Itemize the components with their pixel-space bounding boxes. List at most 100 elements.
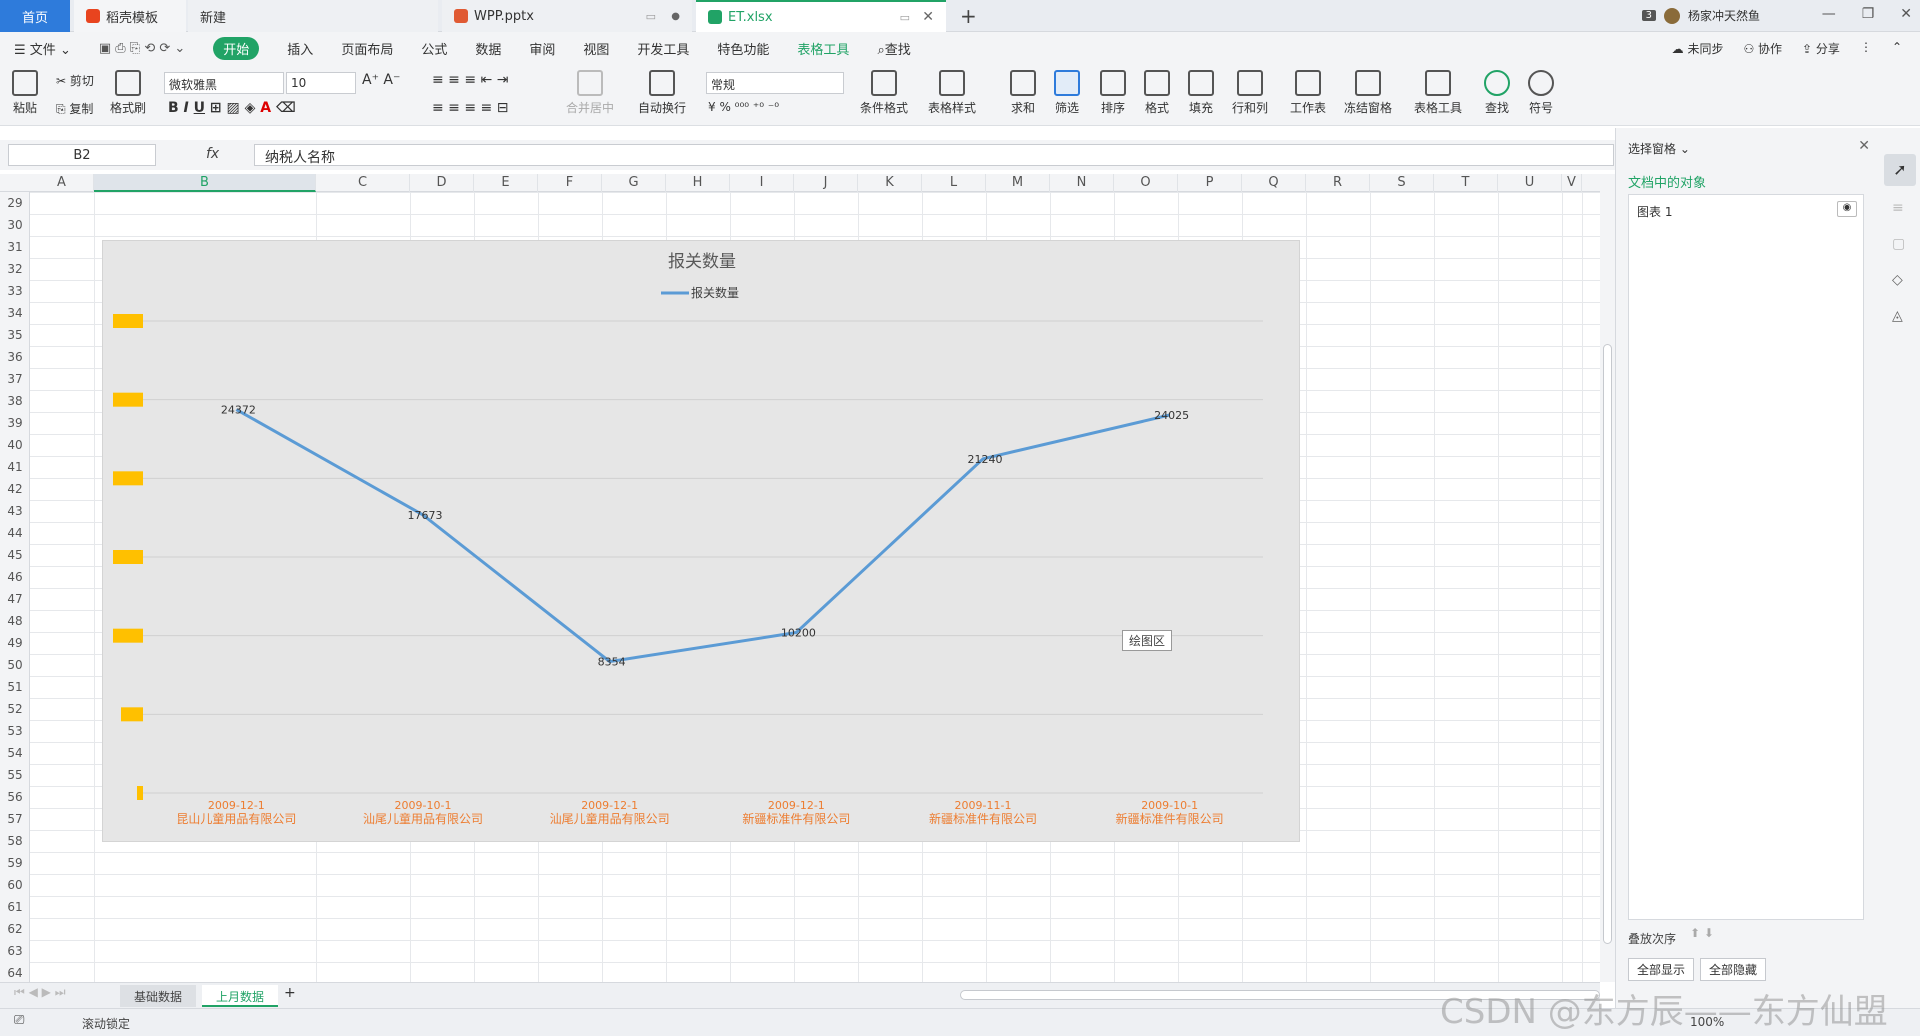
sheet-tab-last-month[interactable]: 上月数据 xyxy=(202,985,279,1007)
row-header-49[interactable]: 49 xyxy=(0,632,30,654)
column-header-A[interactable]: A xyxy=(30,174,94,192)
number-format-select[interactable]: 常规 xyxy=(706,72,844,94)
cursor-icon[interactable]: ➚ xyxy=(1884,154,1916,186)
row-header-38[interactable]: 38 xyxy=(0,390,30,412)
sort-button[interactable]: 排序 xyxy=(1100,70,1126,116)
sheet-button[interactable]: 工作表 xyxy=(1290,70,1326,116)
sum-button[interactable]: 求和 xyxy=(1010,70,1036,116)
row-header-44[interactable]: 44 xyxy=(0,522,30,544)
column-header-S[interactable]: S xyxy=(1370,174,1434,192)
row-header-30[interactable]: 30 xyxy=(0,214,30,236)
new-tab-button[interactable]: + xyxy=(960,4,977,28)
column-header-T[interactable]: T xyxy=(1434,174,1498,192)
sheet-tab-base[interactable]: 基础数据 xyxy=(120,985,197,1007)
restore-icon[interactable]: ❐ xyxy=(1862,6,1875,22)
pane-title[interactable]: 选择窗格 ⌄ xyxy=(1628,140,1690,157)
column-header-I[interactable]: I xyxy=(730,174,794,192)
font-size-select[interactable]: 10 xyxy=(286,72,356,94)
font-size-icons[interactable]: A⁺ A⁻ xyxy=(362,72,400,88)
quick-access-icons[interactable]: ▣ ⎙ ⎘ ⟲ ⟳ ⌄ xyxy=(99,41,185,56)
close-icon[interactable]: ✕ xyxy=(1900,6,1912,22)
row-header-57[interactable]: 57 xyxy=(0,808,30,830)
column-header-M[interactable]: M xyxy=(986,174,1050,192)
column-header-V[interactable]: V xyxy=(1562,174,1582,192)
row-header-46[interactable]: 46 xyxy=(0,566,30,588)
menu-start[interactable]: 开始 xyxy=(213,36,260,60)
monitor-icon[interactable]: ▭ xyxy=(646,10,656,23)
props-icon[interactable]: ≡ xyxy=(1892,200,1904,216)
cut-button[interactable]: ✂ 剪切 xyxy=(56,72,94,89)
row-header-34[interactable]: 34 xyxy=(0,302,30,324)
row-header-42[interactable]: 42 xyxy=(0,478,30,500)
menu-insert[interactable]: 插入 xyxy=(287,39,313,58)
row-header-50[interactable]: 50 xyxy=(0,654,30,676)
row-header-63[interactable]: 63 xyxy=(0,940,30,962)
row-header-32[interactable]: 32 xyxy=(0,258,30,280)
column-header-U[interactable]: U xyxy=(1498,174,1562,192)
row-header-40[interactable]: 40 xyxy=(0,434,30,456)
row-header-29[interactable]: 29 xyxy=(0,192,30,214)
row-header-59[interactable]: 59 xyxy=(0,852,30,874)
user-info[interactable]: 3 杨家冲天然鱼 xyxy=(1641,7,1760,24)
stack-icon[interactable]: ◬ xyxy=(1892,308,1903,324)
number-icons[interactable]: ¥ % ⁰⁰⁰ ⁺⁰ ⁻⁰ xyxy=(708,100,779,114)
tab-home[interactable]: 首页 xyxy=(0,0,70,32)
column-header-K[interactable]: K xyxy=(858,174,922,192)
table-style-button[interactable]: 表格样式 xyxy=(928,70,976,116)
minimize-icon[interactable]: — xyxy=(1822,6,1836,22)
find-button[interactable]: 查找 xyxy=(1484,70,1510,116)
tab-new[interactable]: 新建 xyxy=(188,0,438,32)
menu-dev[interactable]: 开发工具 xyxy=(637,39,689,58)
close-tab-icon[interactable]: ✕ xyxy=(922,9,934,25)
row-header-55[interactable]: 55 xyxy=(0,764,30,786)
row-header-36[interactable]: 36 xyxy=(0,346,30,368)
more-icon[interactable]: ⋮ xyxy=(1860,40,1872,57)
row-header-41[interactable]: 41 xyxy=(0,456,30,478)
fill-button[interactable]: 填充 xyxy=(1188,70,1214,116)
collab-button[interactable]: ⚇ 协作 xyxy=(1743,40,1782,57)
row-header-31[interactable]: 31 xyxy=(0,236,30,258)
row-header-62[interactable]: 62 xyxy=(0,918,30,940)
format-icons[interactable]: B I U ⊞ ▨ ◈ A ⌫ xyxy=(168,100,296,116)
menu-formula[interactable]: 公式 xyxy=(421,39,447,58)
row-header-51[interactable]: 51 xyxy=(0,676,30,698)
row-header-43[interactable]: 43 xyxy=(0,500,30,522)
macro-icon[interactable]: ⎚ xyxy=(14,1013,24,1028)
format-painter-button[interactable]: 格式刷 xyxy=(110,70,146,116)
shape-icon[interactable]: ▢ xyxy=(1892,236,1905,252)
paste-button[interactable]: 粘贴 xyxy=(12,70,38,116)
align-top-icons[interactable]: ≡ ≡ ≡ ⇤ ⇥ xyxy=(432,72,508,88)
row-header-52[interactable]: 52 xyxy=(0,698,30,720)
menu-data[interactable]: 数据 xyxy=(475,39,501,58)
format-button[interactable]: 格式 xyxy=(1144,70,1170,116)
column-header-O[interactable]: O xyxy=(1114,174,1178,192)
column-header-B[interactable]: B xyxy=(94,174,316,192)
row-header-39[interactable]: 39 xyxy=(0,412,30,434)
order-arrows[interactable]: ⬆ ⬇ xyxy=(1690,926,1714,940)
column-header-G[interactable]: G xyxy=(602,174,666,192)
hide-all-button[interactable]: 全部隐藏 xyxy=(1700,958,1767,981)
eye-icon[interactable]: ◉ xyxy=(1837,201,1857,217)
font-select[interactable]: 微软雅黑 xyxy=(164,72,284,94)
file-menu[interactable]: ☰ 文件 ⌄ xyxy=(14,39,71,58)
symbol-button[interactable]: 符号 xyxy=(1528,70,1554,116)
row-header-58[interactable]: 58 xyxy=(0,830,30,852)
menu-review[interactable]: 审阅 xyxy=(529,39,555,58)
column-header-N[interactable]: N xyxy=(1050,174,1114,192)
monitor-icon[interactable]: ▭ xyxy=(900,11,910,24)
formula-input[interactable]: 纳税人名称 xyxy=(254,144,1614,166)
wrap-button[interactable]: 自动换行 xyxy=(638,70,686,116)
menu-tabletool[interactable]: 表格工具 xyxy=(797,39,849,58)
table-tool-button[interactable]: 表格工具 xyxy=(1414,70,1462,116)
show-all-button[interactable]: 全部显示 xyxy=(1628,958,1695,981)
align-icons[interactable]: ≡ ≡ ≡ ≡ ⊟ xyxy=(432,100,508,116)
sync-button[interactable]: ☁ 未同步 xyxy=(1672,40,1724,57)
row-header-33[interactable]: 33 xyxy=(0,280,30,302)
sheet-nav-icons[interactable]: ⏮ ◀ ▶ ⏭ xyxy=(14,985,66,1000)
column-header-L[interactable]: L xyxy=(922,174,986,192)
row-header-54[interactable]: 54 xyxy=(0,742,30,764)
menu-layout[interactable]: 页面布局 xyxy=(341,39,393,58)
row-header-47[interactable]: 47 xyxy=(0,588,30,610)
menu-search[interactable]: ⌕查找 xyxy=(877,39,910,58)
name-box[interactable]: B2 xyxy=(8,144,156,166)
